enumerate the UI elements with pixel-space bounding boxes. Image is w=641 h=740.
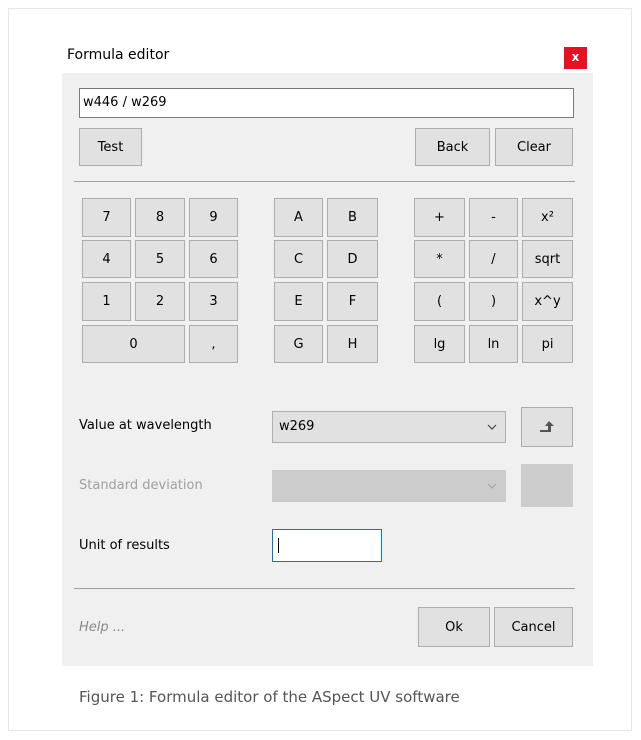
key-power[interactable]: x^y — [522, 282, 573, 321]
close-button[interactable]: x — [564, 47, 587, 69]
wavelength-label: Value at wavelength — [79, 418, 212, 433]
formula-input[interactable]: w446 / w269 — [79, 88, 574, 118]
key-2[interactable]: 2 — [135, 282, 185, 321]
cancel-button[interactable]: Cancel — [494, 607, 573, 647]
insert-arrow-icon — [540, 421, 554, 432]
key-square[interactable]: x² — [522, 198, 573, 237]
key-6[interactable]: 6 — [189, 240, 238, 278]
key-e[interactable]: E — [274, 282, 323, 321]
key-4[interactable]: 4 — [82, 240, 131, 278]
std-dev-action-button[interactable] — [521, 464, 573, 507]
key-comma[interactable]: , — [189, 325, 238, 363]
insert-wavelength-button[interactable] — [521, 407, 573, 447]
key-pi[interactable]: pi — [522, 325, 573, 363]
unit-label: Unit of results — [79, 538, 170, 553]
key-9[interactable]: 9 — [189, 198, 238, 237]
key-d[interactable]: D — [327, 240, 378, 278]
chevron-down-icon — [487, 483, 497, 489]
std-dev-label: Standard deviation — [79, 478, 203, 493]
text-caret — [278, 538, 279, 553]
key-ln[interactable]: ln — [469, 325, 518, 363]
key-sqrt[interactable]: sqrt — [522, 240, 573, 278]
bottom-divider — [74, 588, 575, 589]
key-c[interactable]: C — [274, 240, 323, 278]
key-3[interactable]: 3 — [189, 282, 238, 321]
key-1[interactable]: 1 — [82, 282, 131, 321]
test-button[interactable]: Test — [79, 128, 142, 166]
key-8[interactable]: 8 — [135, 198, 185, 237]
ok-button[interactable]: Ok — [418, 607, 490, 647]
clear-button[interactable]: Clear — [495, 128, 573, 166]
help-link[interactable]: Help ... — [79, 620, 125, 635]
unit-input[interactable] — [272, 529, 382, 562]
std-dev-select[interactable] — [272, 470, 506, 502]
key-0[interactable]: 0 — [82, 325, 185, 363]
key-multiply[interactable]: * — [414, 240, 465, 278]
key-h[interactable]: H — [327, 325, 378, 363]
key-close-paren[interactable]: ) — [469, 282, 518, 321]
figure-caption: Figure 1: Formula editor of the ASpect U… — [79, 688, 460, 706]
key-b[interactable]: B — [327, 198, 378, 237]
key-minus[interactable]: - — [469, 198, 518, 237]
dialog-title: Formula editor — [67, 47, 170, 63]
key-lg[interactable]: lg — [414, 325, 465, 363]
back-button[interactable]: Back — [415, 128, 490, 166]
key-a[interactable]: A — [274, 198, 323, 237]
key-7[interactable]: 7 — [82, 198, 131, 237]
chevron-down-icon — [487, 424, 497, 430]
wavelength-select[interactable]: w269 — [272, 411, 506, 443]
key-5[interactable]: 5 — [135, 240, 185, 278]
key-g[interactable]: G — [274, 325, 323, 363]
title-bar: Formula editor x — [62, 40, 593, 73]
key-plus[interactable]: + — [414, 198, 465, 237]
wavelength-select-value: w269 — [279, 419, 315, 434]
top-divider — [74, 181, 575, 182]
key-divide[interactable]: / — [469, 240, 518, 278]
key-open-paren[interactable]: ( — [414, 282, 465, 321]
formula-editor-dialog: Formula editor x w446 / w269 Test Back C… — [62, 40, 593, 666]
key-f[interactable]: F — [327, 282, 378, 321]
